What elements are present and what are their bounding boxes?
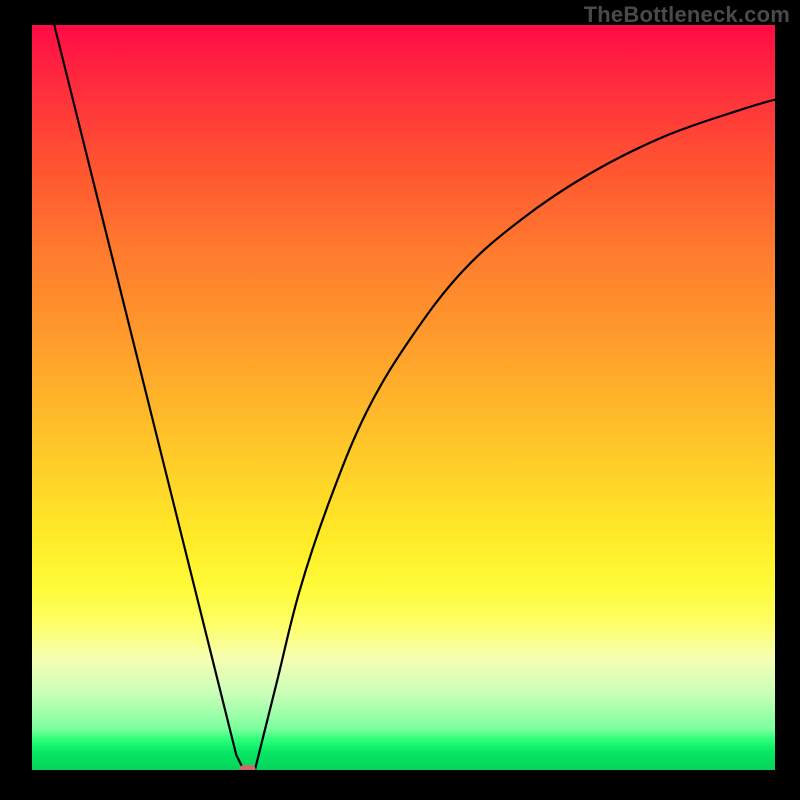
- curve-overlay: [32, 25, 775, 770]
- curve-left-branch: [54, 25, 243, 770]
- watermark-text: TheBottleneck.com: [584, 2, 790, 28]
- chart-frame: TheBottleneck.com: [0, 0, 800, 800]
- curve-right-branch: [255, 100, 775, 771]
- vertex-marker: [239, 765, 255, 770]
- plot-area: [32, 25, 775, 770]
